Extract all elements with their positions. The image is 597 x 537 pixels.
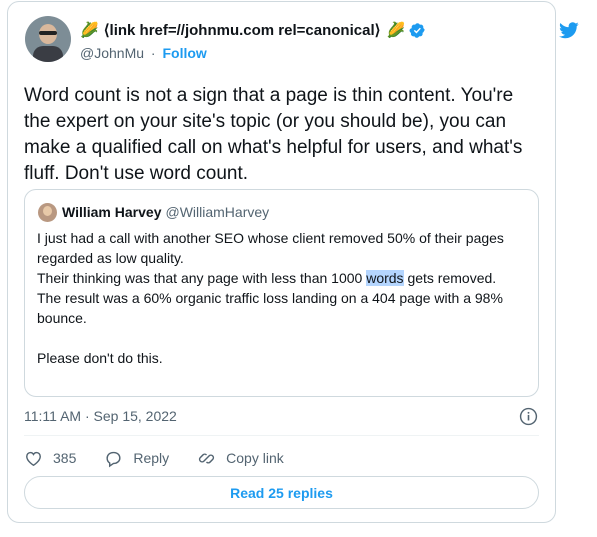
read-replies-button[interactable]: Read 25 replies (24, 476, 539, 509)
quoted-author: William Harvey @WilliamHarvey (62, 204, 269, 220)
quoted-author-avatar (38, 203, 57, 222)
corn-emoji: 🌽 (80, 22, 99, 39)
quoted-author-handle: @WilliamHarvey (165, 204, 270, 220)
tweet-actions: 385 Reply Copy link (24, 447, 312, 469)
divider (24, 435, 539, 436)
highlighted-word: words (366, 270, 404, 286)
follow-button[interactable]: Follow (162, 45, 206, 61)
author-display-name[interactable]: ⟨link href=//johnmu.com rel=canonical⟩ (104, 21, 381, 39)
separator-dot: · (150, 45, 156, 61)
quoted-line: Their thinking was that any page with le… (37, 270, 497, 286)
link-icon (199, 453, 215, 463)
reply-button[interactable]: Reply (104, 449, 169, 468)
reply-label: Reply (133, 450, 170, 466)
author-name-line[interactable]: 🌽 ⟨link href=//johnmu.com rel=canonical⟩… (80, 21, 426, 39)
twitter-bird-icon[interactable] (557, 20, 581, 40)
quoted-author-name: William Harvey (62, 204, 162, 220)
quoted-line: I just had a call with another SEO whose… (37, 230, 504, 266)
corn-emoji: 🌽 (386, 22, 406, 39)
quoted-tweet[interactable]: William Harvey @WilliamHarvey I just had … (24, 189, 539, 397)
copy-link-button[interactable]: Copy link (197, 449, 284, 468)
like-button[interactable]: 385 (24, 449, 76, 468)
quoted-line: Please don't do this. (37, 350, 163, 366)
quoted-line: The result was a 60% organic traffic los… (37, 290, 503, 326)
like-count: 385 (53, 450, 77, 466)
tweet-timestamp[interactable]: 11:11 AM · Sep 15, 2022 (24, 408, 177, 424)
quoted-tweet-body: I just had a call with another SEO whose… (37, 228, 527, 368)
reply-bubble-icon (106, 451, 121, 467)
info-icon[interactable] (519, 407, 538, 426)
author-handle[interactable]: @JohnMu (80, 45, 144, 61)
verified-badge-icon (409, 22, 425, 38)
copy-link-label: Copy link (226, 450, 284, 466)
author-avatar[interactable] (25, 16, 71, 62)
tweet-text: Word count is not a sign that a page is … (24, 85, 523, 184)
heart-icon (26, 451, 41, 466)
author-handle-line: @JohnMu · Follow (80, 45, 207, 61)
